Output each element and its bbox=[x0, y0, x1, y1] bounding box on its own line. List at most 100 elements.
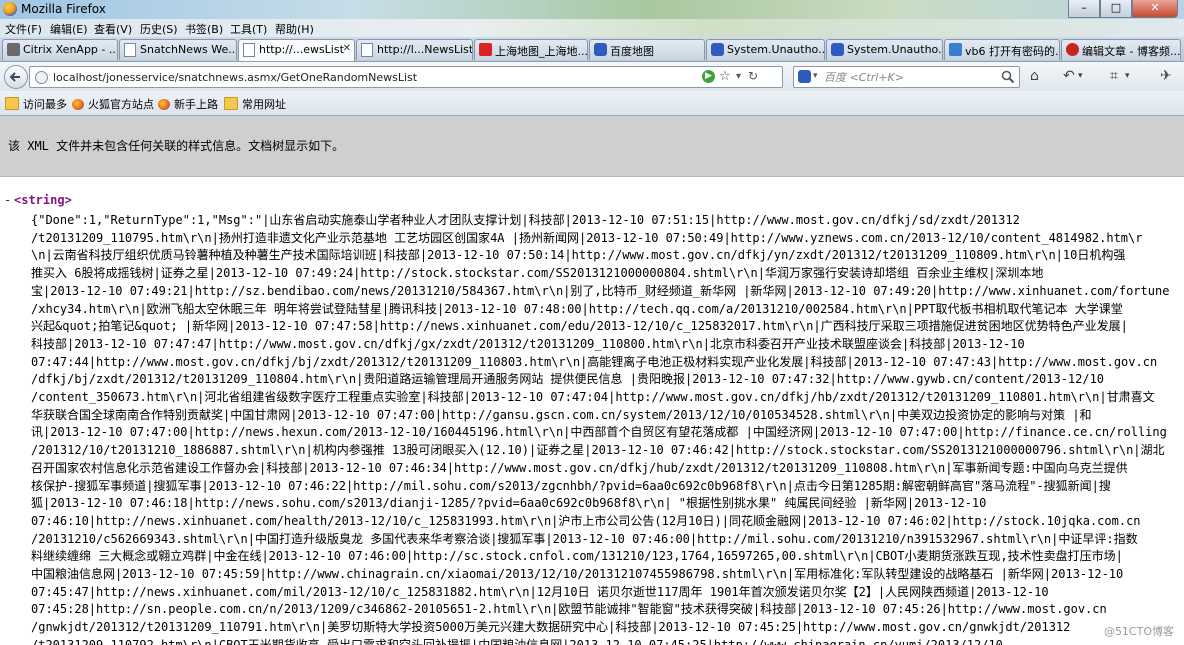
tab-shanghai-map[interactable]: 上海地图_上海地... bbox=[474, 39, 588, 60]
firefox-icon bbox=[72, 99, 84, 110]
tab-label: 编辑文章 - 博客频... bbox=[1082, 45, 1181, 58]
menu-bookmarks[interactable]: 书签(B) bbox=[185, 21, 223, 37]
xml-text-line: 中国粮油信息网|2013-12-10 07:45:59|http://www.c… bbox=[31, 567, 1124, 582]
xml-text-line: {"Done":1,"ReturnType":1,"Msg":"|山东省启动实施… bbox=[31, 213, 1020, 227]
bookmark-most-visited[interactable]: 访问最多 bbox=[5, 96, 67, 112]
tab-label: 上海地图_上海地... bbox=[495, 45, 588, 58]
tab-active-newslist[interactable]: http://...ewsList ✕ bbox=[238, 39, 355, 61]
bookmark-label: 常用网址 bbox=[242, 98, 286, 111]
crop-dropdown-icon[interactable]: ▾ bbox=[1125, 71, 1130, 81]
xml-text-line: /dfkj/bj/zxdt/201312/t20131209_110804.ht… bbox=[31, 372, 1105, 387]
menu-file[interactable]: 文件(F) bbox=[5, 21, 42, 37]
menu-help[interactable]: 帮助(H) bbox=[275, 21, 314, 37]
xml-text-line: 07:45:28|http://sn.people.com.cn/n/2013/… bbox=[31, 602, 1107, 617]
bookmark-getting-started[interactable]: 新手上路 bbox=[158, 96, 218, 112]
tab-unauthorized-1[interactable]: System.Unautho... bbox=[706, 39, 825, 60]
xml-text-line: 07:45:47|http://news.xinhuanet.com/mil/2… bbox=[31, 584, 1049, 599]
xml-string-content: {"Done":1,"ReturnType":1,"Msg":"|山东省启动实施… bbox=[31, 212, 1181, 645]
xml-info-banner: 该 XML 文件并未包含任何关联的样式信息。文档树显示如下。 bbox=[0, 116, 1184, 177]
crop-icon[interactable]: ⌗ bbox=[1110, 68, 1118, 84]
firefox-icon bbox=[3, 2, 17, 16]
tab-vb6[interactable]: vb6 打开有密码的... bbox=[944, 39, 1060, 60]
home-icon[interactable]: ⌂ bbox=[1030, 68, 1039, 84]
window-controls: – □ ✕ bbox=[1068, 0, 1178, 18]
page-icon bbox=[243, 43, 255, 57]
maximize-button[interactable]: □ bbox=[1100, 0, 1132, 18]
url-input[interactable] bbox=[53, 70, 703, 84]
menu-history[interactable]: 历史(S) bbox=[140, 21, 178, 37]
tab-baidu-map[interactable]: 百度地图 bbox=[589, 39, 705, 60]
dropdown-arrow-icon[interactable]: ▾ bbox=[736, 71, 741, 82]
xml-text-line: 兴起&quot;拍笔记&quot; |新华网|2013-12-10 07:47:… bbox=[31, 319, 1128, 334]
xml-text-line: /xhcy34.htm\r\n|欧洲飞船太空休眠三年 明年将尝试登陆彗星|腾讯科… bbox=[31, 301, 1123, 316]
xml-text-line: 狐|2013-12-10 07:46:18|http://news.sohu.c… bbox=[31, 496, 987, 511]
tab-label: System.Unautho... bbox=[847, 43, 943, 56]
back-arrow-icon bbox=[9, 72, 20, 82]
folder-icon bbox=[5, 97, 19, 110]
tab-label: vb6 打开有密码的... bbox=[965, 45, 1060, 58]
back-button[interactable] bbox=[4, 65, 28, 89]
tab-unauthorized-2[interactable]: System.Unautho... bbox=[826, 39, 943, 60]
citrix-icon bbox=[7, 43, 20, 56]
bookmark-common-sites[interactable]: 常用网址 bbox=[224, 96, 286, 112]
xml-text-line: 核保护-搜狐军事频道|搜狐军事|2013-12-10 07:46:22|http… bbox=[31, 478, 1111, 493]
menu-tools[interactable]: 工具(T) bbox=[230, 21, 267, 37]
tab-close-icon[interactable]: ✕ bbox=[343, 43, 351, 54]
xml-text-line: 华获联合国全球南南合作特别贡献奖|中国甘肃网|2013-12-10 07:47:… bbox=[31, 407, 1092, 422]
addon-icon[interactable]: ✈ bbox=[1160, 68, 1172, 84]
site-identity-icon[interactable] bbox=[35, 71, 48, 84]
go-icon[interactable]: ▶ bbox=[702, 70, 715, 83]
red-page-icon bbox=[479, 43, 492, 56]
tab-edit-article[interactable]: 编辑文章 - 博客频... bbox=[1061, 39, 1181, 60]
xml-text-line: /201312/10/t20131210_1886887.shtml\r\n|机… bbox=[31, 443, 1165, 458]
tab-label: 百度地图 bbox=[610, 45, 654, 58]
bookmark-firefox-site[interactable]: 火狐官方站点 bbox=[72, 96, 154, 112]
bookmark-label: 新手上路 bbox=[174, 98, 218, 111]
address-bar[interactable]: ▶ ☆ ▾ ↻ bbox=[29, 66, 783, 88]
page-icon bbox=[361, 43, 373, 57]
close-button[interactable]: ✕ bbox=[1132, 0, 1178, 18]
paw-icon bbox=[711, 43, 724, 56]
engine-dropdown-icon[interactable]: ▾ bbox=[813, 71, 818, 81]
xml-text-line: /content_350673.htm\r\n|河北省组建省级数字医疗工程重点实… bbox=[31, 390, 1155, 405]
tab-label: System.Unautho... bbox=[727, 43, 825, 56]
reload-icon[interactable]: ↻ bbox=[748, 69, 758, 83]
xml-text-line: /t20131209_110792.htm\r\n|CBOT玉米期货收高,受出口… bbox=[31, 637, 1003, 645]
xml-text-line: 科技部|2013-12-10 07:47:47|http://www.most.… bbox=[31, 336, 1025, 351]
search-input[interactable] bbox=[824, 70, 994, 84]
collapse-toggle[interactable]: - bbox=[4, 193, 11, 207]
page-icon bbox=[124, 43, 136, 57]
tab-strip: Citrix XenApp - ... SnatchNews We... htt… bbox=[0, 37, 1184, 62]
tab-label: Citrix XenApp - ... bbox=[23, 43, 118, 56]
menu-bar: 文件(F) 编辑(E) 查看(V) 历史(S) 书签(B) 工具(T) 帮助(H… bbox=[0, 19, 1184, 37]
minimize-button[interactable]: – bbox=[1068, 0, 1100, 18]
search-icon[interactable] bbox=[1001, 70, 1015, 84]
undo-dropdown-icon[interactable]: ▾ bbox=[1078, 71, 1083, 81]
bookmark-label: 火狐官方站点 bbox=[88, 98, 154, 111]
bookmark-star-icon[interactable]: ☆ bbox=[719, 69, 731, 84]
watermark: @51CTO博客 bbox=[1103, 625, 1174, 638]
xml-text-line: /gnwkjdt/201312/t20131209_110791.htm\r\n… bbox=[31, 620, 1071, 635]
tab-label: SnatchNews We... bbox=[140, 43, 237, 56]
tab-snatchnews[interactable]: SnatchNews We... bbox=[119, 39, 237, 60]
tab-label: http://...ewsList bbox=[259, 43, 344, 56]
tab-label: http://l...NewsList bbox=[377, 43, 473, 56]
paw-icon bbox=[594, 43, 607, 56]
undo-icon[interactable]: ↶ bbox=[1063, 68, 1075, 84]
xml-document-tree: - <string> {"Done":1,"ReturnType":1,"Msg… bbox=[0, 190, 1184, 645]
xml-text-line: 宝|2013-12-10 07:49:21|http://sz.bendibao… bbox=[31, 283, 1170, 298]
firefox-icon bbox=[158, 99, 170, 110]
search-box[interactable]: ▾ bbox=[793, 66, 1020, 88]
xml-text-line: 召开国家农村信息化示范省建设工作督办会|科技部|2013-12-10 07:46… bbox=[31, 460, 1128, 475]
folder-icon bbox=[224, 97, 238, 110]
paw-icon bbox=[831, 43, 844, 56]
menu-view[interactable]: 查看(V) bbox=[94, 21, 132, 37]
title-bar: Mozilla Firefox – □ ✕ bbox=[0, 0, 1184, 19]
baidu-engine-icon[interactable] bbox=[798, 70, 811, 83]
tab-newslist-2[interactable]: http://l...NewsList bbox=[356, 39, 473, 60]
menu-edit[interactable]: 编辑(E) bbox=[50, 21, 88, 37]
bookmark-label: 访问最多 bbox=[23, 98, 67, 111]
window-title: Mozilla Firefox bbox=[21, 2, 106, 16]
tab-citrix-xenapp[interactable]: Citrix XenApp - ... bbox=[2, 39, 118, 60]
bookmarks-toolbar: 访问最多 火狐官方站点 新手上路 常用网址 bbox=[0, 91, 1184, 116]
